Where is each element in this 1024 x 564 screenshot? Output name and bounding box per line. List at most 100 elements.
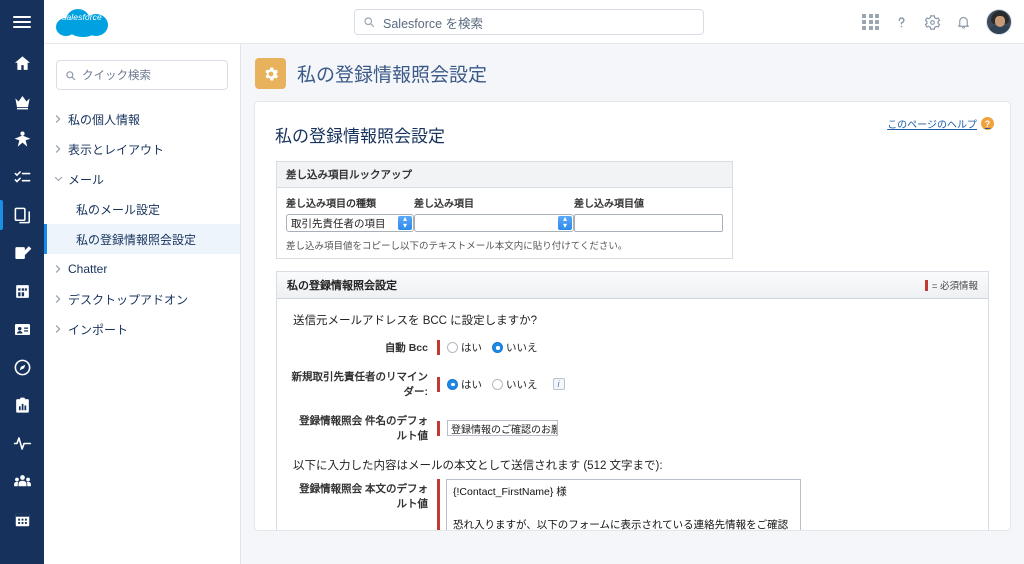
hamburger-menu-button[interactable] (0, 0, 44, 44)
sidebar-item-my-profile-inquiry-settings[interactable]: 私の登録情報照会設定 (44, 224, 240, 254)
body-default-label: 登録情報照会 本文のデフォルト値 (299, 483, 428, 510)
edit-form-icon[interactable] (0, 234, 44, 272)
chevron-right-icon (54, 114, 68, 124)
crown-icon[interactable] (0, 82, 44, 120)
building-icon[interactable] (0, 272, 44, 310)
reminder-radio-yes[interactable]: はい (447, 377, 482, 392)
global-search-placeholder: Salesforce を検索 (383, 16, 484, 31)
merge-field-lookup-panel: 差し込み項目ルックアップ 差し込み項目の種類 取引先責任者の項目 ▴ ▾ 差し込… (276, 161, 733, 259)
settings-panel-header: 私の登録情報照会設定 = 必須情報 (277, 272, 988, 299)
required-marker-icon (437, 376, 440, 392)
gear-icon (255, 58, 286, 89)
main-region: salesforce Salesforce を検索 クイック検索 私の個人情報 … (44, 0, 1024, 564)
subject-default-control: 登録情報のご確認のお願い (437, 420, 558, 436)
contact-card-icon[interactable] (0, 310, 44, 348)
sidebar-item-import[interactable]: インポート (44, 314, 240, 344)
required-marker-icon (924, 279, 928, 291)
compass-icon[interactable] (0, 348, 44, 386)
radio-icon (492, 378, 503, 390)
sidebar-item-label: 私の登録情報照会設定 (76, 232, 197, 247)
gear-icon[interactable] (924, 14, 941, 31)
merge-field-select[interactable]: ▴ ▾ (414, 214, 574, 232)
info-icon[interactable]: i (552, 378, 565, 390)
required-legend-label: = 必須情報 (931, 281, 978, 292)
merge-panel-title: 差し込み項目ルックアップ (277, 162, 732, 188)
profile-inquiry-settings-panel: 私の登録情報照会設定 = 必須情報 送信元メールアドレスを BCC に設定します… (276, 271, 989, 530)
sidebar-item-label: 表示とレイアウト (68, 142, 165, 157)
new-contact-reminder-row: 新規取引先責任者のリマインダー: はい いいえ i (291, 369, 974, 399)
quick-find-placeholder: クイック検索 (82, 70, 151, 82)
salesforce-logo[interactable]: salesforce (54, 3, 110, 41)
required-marker-icon (437, 420, 440, 436)
chevron-right-icon (54, 324, 68, 334)
merge-value-input[interactable] (574, 214, 723, 232)
global-actions (862, 0, 1012, 44)
merge-panel-columns: 差し込み項目の種類 取引先責任者の項目 ▴ ▾ 差し込み項目 ▴ ▾ 差し込み項… (286, 195, 723, 232)
merge-type-select[interactable]: 取引先責任者の項目 ▴ ▾ (286, 214, 414, 232)
radio-icon-selected (447, 378, 458, 390)
body-default-textarea[interactable]: {!Contact_FirstName} 様 恐れ入りますが、以下のフォームに表… (446, 479, 801, 530)
calendar-icon[interactable] (0, 500, 44, 538)
page-title: 私の登録情報照会設定 (297, 65, 488, 86)
required-marker-icon (437, 340, 440, 355)
reminder-no-label: いいえ (506, 378, 538, 391)
auto-bcc-control: はい いいえ (437, 340, 548, 355)
sidebar-item-display-and-layout[interactable]: 表示とレイアウト (44, 134, 240, 164)
pulse-icon[interactable] (0, 424, 44, 462)
merge-type-label: 差し込み項目の種類 (286, 199, 376, 210)
sidebar-item-label: デスクトップアドオン (68, 292, 189, 307)
hamburger-menu-icon (13, 13, 31, 31)
home-icon[interactable] (0, 44, 44, 82)
chevron-right-icon (54, 264, 68, 274)
sidebar-item-email[interactable]: メール (44, 164, 240, 194)
bell-icon[interactable] (956, 14, 971, 31)
chevron-updown-icon: ▴ ▾ (558, 215, 572, 230)
page-header: 私の登録情報照会設定 (255, 58, 1011, 89)
bcc-question-text: 送信元メールアドレスを BCC に設定しますか? (293, 315, 538, 327)
quick-find-input[interactable]: クイック検索 (56, 60, 228, 90)
copy-files-icon[interactable] (0, 196, 44, 234)
people-group-icon[interactable] (0, 462, 44, 500)
sidebar-item-my-email-settings[interactable]: 私のメール設定 (44, 194, 240, 224)
auto-bcc-radio-no[interactable]: いいえ (492, 340, 538, 355)
merge-panel-note: 差し込み項目値をコピーし以下のテキストメール本文内に貼り付けてください。 (286, 241, 628, 252)
auto-bcc-yes-label: はい (461, 342, 482, 354)
settings-card: このページのヘルプ ? 私の登録情報照会設定 差し込み項目ルックアップ 差し込み… (254, 101, 1011, 531)
app-icon-rail (0, 0, 44, 564)
sidebar-item-label: メール (68, 172, 105, 187)
merge-type-column: 差し込み項目の種類 取引先責任者の項目 ▴ ▾ (286, 195, 414, 232)
body-default-control: {!Contact_FirstName} 様 恐れ入りますが、以下のフォームに表… (437, 479, 801, 530)
auto-bcc-no-label: いいえ (506, 342, 538, 354)
subject-default-label: 登録情報照会 件名のデフォルト値 (299, 415, 428, 442)
auto-bcc-row: 自動 Bcc はい いいえ (291, 340, 974, 355)
global-search-input[interactable]: Salesforce を検索 (354, 9, 704, 35)
merge-field-label: 差し込み項目 (414, 199, 474, 210)
app-launcher-grid-icon[interactable] (862, 13, 879, 31)
radio-icon-selected (492, 342, 503, 353)
subject-default-row: 登録情報照会 件名のデフォルト値 登録情報のご確認のお願い (291, 413, 974, 443)
user-avatar[interactable] (986, 9, 1012, 35)
chevron-down-icon (54, 174, 68, 184)
sidebar-item-my-personal-information[interactable]: 私の個人情報 (44, 104, 240, 134)
sidebar-item-label: 私の個人情報 (68, 112, 141, 127)
sidebar-item-desktop-add-ons[interactable]: デスクトップアドオン (44, 284, 240, 314)
required-marker-icon (437, 479, 440, 530)
page-help-link[interactable]: このページのヘルプ ? (887, 116, 994, 131)
reminder-radio-no[interactable]: いいえ (492, 377, 538, 392)
checklist-icon[interactable] (0, 158, 44, 196)
radio-icon (447, 342, 458, 353)
body-region: クイック検索 私の個人情報 表示とレイアウト メール 私のメール設定 私の登録情… (44, 44, 1024, 564)
sidebar-item-label: Chatter (68, 262, 108, 276)
chevron-updown-icon: ▴ ▾ (398, 215, 412, 230)
clipboard-chart-icon[interactable] (0, 386, 44, 424)
sidebar-item-chatter[interactable]: Chatter (44, 254, 240, 284)
new-contact-reminder-control: はい いいえ i (437, 376, 565, 392)
logo-text: salesforce (62, 11, 102, 22)
star-person-icon[interactable] (0, 120, 44, 158)
subject-default-input[interactable]: 登録情報のご確認のお願い (447, 420, 558, 436)
sidebar-item-label: 私のメール設定 (76, 202, 161, 217)
merge-value-label: 差し込み項目値 (574, 199, 644, 210)
search-icon (65, 70, 76, 81)
auto-bcc-radio-yes[interactable]: はい (447, 340, 482, 355)
question-mark-icon[interactable] (894, 14, 909, 31)
